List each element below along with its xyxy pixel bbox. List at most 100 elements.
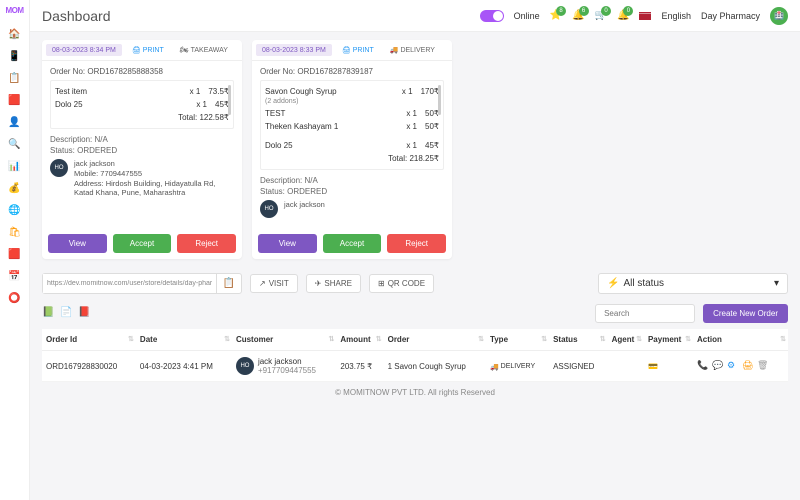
- col-status[interactable]: Status: [549, 329, 608, 351]
- nav-list-icon[interactable]: 📊: [8, 159, 22, 173]
- nav-globe-icon[interactable]: 🌐: [8, 203, 22, 217]
- cell-orderid: ORD167928830020: [42, 351, 136, 382]
- items-list: Savon Cough Syrup(2 addons)x 1170₹ TESTx…: [260, 80, 444, 170]
- order-number: Order No: ORD1678287839187: [260, 67, 444, 76]
- export-excel-icon[interactable]: 📗: [42, 307, 56, 321]
- url-input[interactable]: [43, 274, 216, 293]
- print-button[interactable]: 🖨 PRINT: [126, 44, 170, 56]
- nav-search-icon[interactable]: 🔍: [8, 137, 22, 151]
- visit-button[interactable]: ↗ VISIT: [250, 274, 298, 293]
- online-toggle[interactable]: [480, 10, 504, 22]
- scrollbar[interactable]: [438, 85, 441, 115]
- notif-3-icon[interactable]: 🛒0: [595, 10, 607, 21]
- view-button[interactable]: View: [258, 234, 317, 253]
- customer-box: HO jack jackson: [260, 200, 444, 218]
- customer-box: HO jack jackson Mobile: 7709447555 Addre…: [50, 159, 234, 198]
- customer-avatar: HO: [236, 357, 254, 375]
- action-settings-icon[interactable]: ⚙: [727, 360, 739, 372]
- search-input[interactable]: [595, 304, 695, 323]
- copy-icon[interactable]: 📋: [216, 274, 241, 293]
- reject-button[interactable]: Reject: [177, 234, 236, 253]
- col-orderid[interactable]: Order Id: [42, 329, 136, 351]
- customer-name: jack jackson: [284, 200, 325, 210]
- item-row: Test itemx 173.5₹: [55, 85, 229, 98]
- item-row: Dolo 25x 145₹: [265, 139, 439, 152]
- toolbar: 📋 ↗ VISIT ✈ SHARE ⊞ QR CODE ⚡All status …: [42, 273, 788, 294]
- order-desc: Description: N/A: [50, 135, 234, 144]
- order-total: Total: 218.25₹: [265, 152, 439, 165]
- nav-red-icon[interactable]: 🟥: [8, 247, 22, 261]
- mode-chip: 🚚 DELIVERY: [384, 44, 441, 56]
- nav-circle-icon[interactable]: ⭕: [8, 291, 22, 305]
- nav-money-icon[interactable]: 💰: [8, 181, 22, 195]
- order-card: 08-03-2023 8:34 PM 🖨 PRINT 🏍 TAKEAWAY Or…: [42, 40, 242, 259]
- scrollbar[interactable]: [228, 85, 231, 115]
- order-number: Order No: ORD1678285888358: [50, 67, 234, 76]
- nav-dashboard-icon[interactable]: 🏠: [8, 27, 22, 41]
- col-type[interactable]: Type: [486, 329, 549, 351]
- notif-2-icon[interactable]: 🔔6: [572, 10, 584, 21]
- customer-avatar: HO: [260, 200, 278, 218]
- cell-payment: 💳: [644, 351, 693, 382]
- cell-customer: HOjack jackson+917709447555: [232, 351, 336, 382]
- order-desc: Description: N/A: [260, 176, 444, 185]
- cell-order: 1 Savon Cough Syrup: [384, 351, 486, 382]
- action-delete-icon[interactable]: 🗑: [757, 360, 769, 372]
- status-filter[interactable]: ⚡All status ▾: [598, 273, 788, 294]
- pharmacy-name: Day Pharmacy: [701, 11, 760, 21]
- cell-agent: [608, 351, 644, 382]
- store-url: 📋: [42, 273, 242, 294]
- cell-action: 📞 💬 ⚙ 🖨 🗑: [693, 351, 788, 382]
- reject-button[interactable]: Reject: [387, 234, 446, 253]
- customer-address: Address: Hirdosh Building, Hidayatulla R…: [74, 179, 234, 199]
- action-print-icon[interactable]: 🖨: [742, 360, 754, 372]
- notif-1-icon[interactable]: ⭐8: [550, 10, 562, 21]
- notif-4-icon[interactable]: 🔔0: [617, 10, 629, 21]
- accept-button[interactable]: Accept: [113, 234, 172, 253]
- order-datetime: 08-03-2023 8:34 PM: [46, 44, 122, 56]
- nav-user-icon[interactable]: 👤: [8, 115, 22, 129]
- nav-device-icon[interactable]: 📱: [8, 49, 22, 63]
- order-cards: 08-03-2023 8:34 PM 🖨 PRINT 🏍 TAKEAWAY Or…: [42, 40, 788, 259]
- col-payment[interactable]: Payment: [644, 329, 693, 351]
- col-agent[interactable]: Agent: [608, 329, 644, 351]
- action-chat-icon[interactable]: 💬: [712, 360, 724, 372]
- export-buttons: 📗 📄 📕: [42, 307, 92, 321]
- action-call-icon[interactable]: 📞: [697, 360, 709, 372]
- qr-button[interactable]: ⊞ QR CODE: [369, 274, 434, 293]
- col-order[interactable]: Order: [384, 329, 486, 351]
- order-status: Status: ORDERED: [50, 146, 234, 155]
- share-button[interactable]: ✈ SHARE: [306, 274, 361, 293]
- order-status: Status: ORDERED: [260, 187, 444, 196]
- order-datetime: 08-03-2023 8:33 PM: [256, 44, 332, 56]
- export-pdf-icon[interactable]: 📕: [78, 307, 92, 321]
- brand-logo: MOM: [5, 6, 23, 15]
- nav-bag-icon[interactable]: 🛍: [8, 225, 22, 239]
- topbar: Dashboard Online ⭐8 🔔6 🛒0 🔔0 English Day…: [30, 0, 800, 32]
- table-row: ORD167928830020 04-03-2023 4:41 PM HOjac…: [42, 351, 788, 382]
- col-date[interactable]: Date: [136, 329, 232, 351]
- chevron-down-icon: ▾: [774, 278, 779, 289]
- language-label[interactable]: English: [661, 11, 691, 21]
- nav-folder-icon[interactable]: 📋: [8, 71, 22, 85]
- cell-type: 🚚 DELIVERY: [486, 351, 549, 382]
- view-button[interactable]: View: [48, 234, 107, 253]
- nav-calendar-icon[interactable]: 📅: [8, 269, 22, 283]
- order-total: Total: 122.58₹: [55, 111, 229, 124]
- sidebar: MOM 🏠 📱 📋 🟥 👤 🔍 📊 💰 🌐 🛍 🟥 📅 ⭕: [0, 0, 30, 500]
- export-doc-icon[interactable]: 📄: [60, 307, 74, 321]
- create-order-button[interactable]: Create New Order: [703, 304, 788, 323]
- col-amount[interactable]: Amount: [336, 329, 383, 351]
- col-customer[interactable]: Customer: [232, 329, 336, 351]
- print-button[interactable]: 🖨 PRINT: [336, 44, 380, 56]
- col-action[interactable]: Action: [693, 329, 788, 351]
- nav-card-icon[interactable]: 🟥: [8, 93, 22, 107]
- cell-status: ASSIGNED: [549, 351, 608, 382]
- customer-name: jack jackson: [74, 159, 234, 169]
- accept-button[interactable]: Accept: [323, 234, 382, 253]
- filter-icon: ⚡: [607, 278, 619, 289]
- user-avatar[interactable]: 🏥: [770, 7, 788, 25]
- cell-amount: 203.75 ₹: [336, 351, 383, 382]
- item-row: Dolo 25x 145₹: [55, 98, 229, 111]
- cell-date: 04-03-2023 4:41 PM: [136, 351, 232, 382]
